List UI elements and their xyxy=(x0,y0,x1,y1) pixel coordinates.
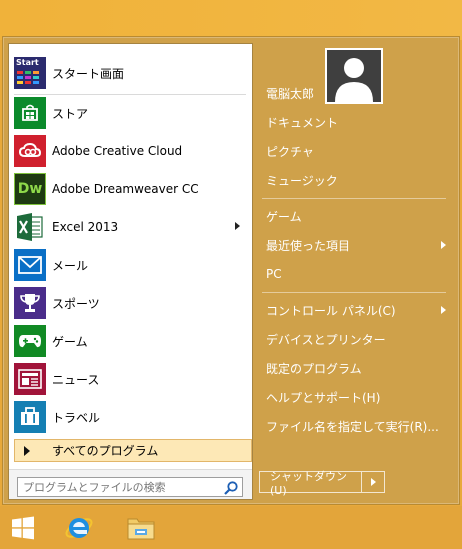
user-name: 電脳太郎 xyxy=(266,86,315,101)
all-programs-button[interactable]: すべてのプログラム xyxy=(14,439,252,462)
app-item-excel[interactable]: Excel 2013 xyxy=(14,209,246,245)
games-icon xyxy=(14,325,46,357)
desktop-background xyxy=(0,0,462,40)
app-label: ゲーム xyxy=(52,334,88,349)
shutdown-control: シャットダウン(U) xyxy=(259,470,385,497)
search-icon[interactable] xyxy=(223,480,239,496)
creative-cloud-icon xyxy=(14,135,46,167)
shutdown-label: シャットダウン(U) xyxy=(270,469,347,497)
dreamweaver-tile-text: Dw xyxy=(17,181,43,197)
control-panel-link[interactable]: コントロール パネル(C) xyxy=(266,298,446,322)
search-input[interactable] xyxy=(17,477,243,497)
app-label: Adobe Creative Cloud xyxy=(52,144,183,158)
store-icon xyxy=(14,97,46,129)
start-button[interactable] xyxy=(4,510,42,546)
dreamweaver-icon: Dw xyxy=(14,173,46,205)
app-item-news[interactable]: ニュース xyxy=(14,361,246,397)
default-programs-link[interactable]: 既定のプログラム xyxy=(266,356,446,380)
expand-arrow-icon xyxy=(24,445,30,456)
app-item-games[interactable]: ゲーム xyxy=(14,323,246,359)
app-item-travel[interactable]: トラベル xyxy=(14,399,246,435)
music-link[interactable]: ミュージック xyxy=(266,168,446,192)
app-item-creative-cloud[interactable]: Adobe Creative Cloud xyxy=(14,133,246,169)
control-panel-label: コントロール パネル(C) xyxy=(266,303,396,318)
devices-printers-label: デバイスとプリンター xyxy=(266,332,386,347)
all-programs-label: すべてのプログラム xyxy=(52,444,159,458)
recent-items-label: 最近使った項目 xyxy=(266,238,351,253)
app-item-sports[interactable]: スポーツ xyxy=(14,285,246,321)
pc-label: PC xyxy=(266,267,282,281)
windows-logo-icon xyxy=(12,516,34,540)
pictures-link[interactable]: ピクチャ xyxy=(266,139,446,163)
news-icon xyxy=(14,363,46,395)
chevron-right-icon xyxy=(370,478,376,486)
app-label: Adobe Dreamweaver CC xyxy=(52,182,199,196)
pc-link[interactable]: PC xyxy=(266,262,446,286)
run-label: ファイル名を指定して実行(R)... xyxy=(266,419,439,434)
app-label: スタート画面 xyxy=(52,66,125,81)
user-name-link[interactable]: 電脳太郎 xyxy=(266,81,446,105)
devices-printers-link[interactable]: デバイスとプリンター xyxy=(266,327,446,351)
app-label: メール xyxy=(52,258,89,273)
file-explorer-button[interactable] xyxy=(122,510,160,546)
mail-icon xyxy=(14,249,46,281)
app-label: Excel 2013 xyxy=(52,220,119,234)
app-item-dreamweaver[interactable]: Dw Adobe Dreamweaver CC xyxy=(14,171,246,207)
submenu-arrow-icon xyxy=(441,241,446,249)
app-item-mail[interactable]: メール xyxy=(14,247,246,283)
music-label: ミュージック xyxy=(266,173,338,188)
help-support-link[interactable]: ヘルプとサポート(H) xyxy=(266,385,446,409)
games-link[interactable]: ゲーム xyxy=(266,204,446,228)
run-link[interactable]: ファイル名を指定して実行(R)... xyxy=(266,414,446,438)
shutdown-options-button[interactable] xyxy=(362,472,384,492)
app-item-start-screen[interactable]: Start スタート画面 xyxy=(14,55,246,91)
help-support-label: ヘルプとサポート(H) xyxy=(266,390,381,405)
programs-pane: Start スタート画面 ストア Adobe Creative Cloud Dw… xyxy=(8,43,253,500)
taskbar xyxy=(0,506,462,549)
sports-icon xyxy=(14,287,46,319)
app-label: ニュース xyxy=(52,372,100,387)
start-screen-icon: Start xyxy=(14,57,46,89)
excel-icon xyxy=(14,211,46,243)
games-label: ゲーム xyxy=(266,209,302,224)
default-programs-label: 既定のプログラム xyxy=(266,361,362,376)
recent-items-link[interactable]: 最近使った項目 xyxy=(266,233,446,257)
file-explorer-icon xyxy=(127,518,155,540)
separator xyxy=(262,198,446,199)
separator xyxy=(262,292,446,293)
pictures-label: ピクチャ xyxy=(266,144,314,159)
app-label: スポーツ xyxy=(52,296,100,311)
search-area xyxy=(9,469,252,499)
submenu-arrow-icon xyxy=(235,222,240,230)
submenu-arrow-icon xyxy=(441,306,446,314)
internet-explorer-icon xyxy=(65,518,93,538)
shutdown-button[interactable]: シャットダウン(U) xyxy=(260,470,362,497)
app-label: ストア xyxy=(52,106,89,121)
app-label: トラベル xyxy=(52,410,101,425)
travel-icon xyxy=(14,401,46,433)
documents-link[interactable]: ドキュメント xyxy=(266,110,446,134)
app-item-store[interactable]: ストア xyxy=(14,95,246,131)
documents-label: ドキュメント xyxy=(266,115,339,130)
internet-explorer-button[interactable] xyxy=(60,510,98,546)
start-menu: Start スタート画面 ストア Adobe Creative Cloud Dw… xyxy=(2,36,460,505)
